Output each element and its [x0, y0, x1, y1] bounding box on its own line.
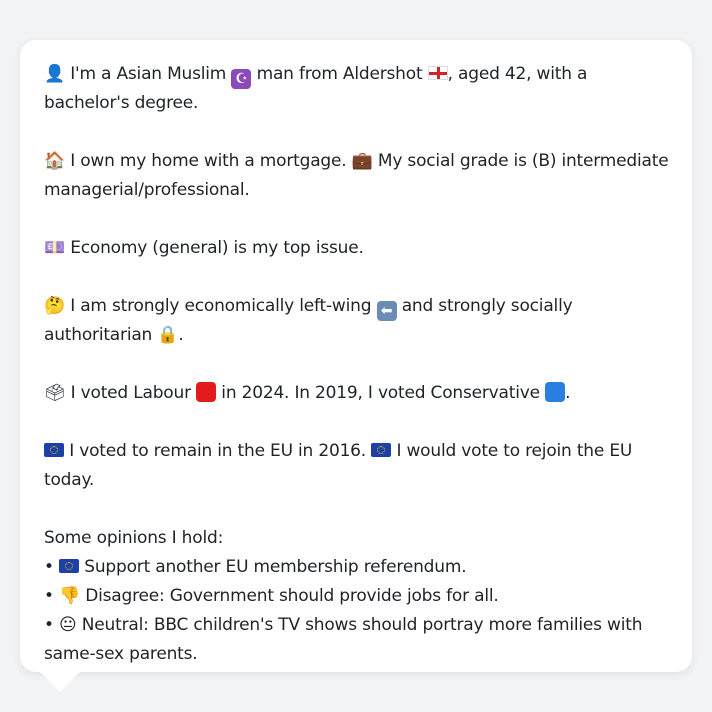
list-item: • 👎 Disagree: Government should provide … [44, 586, 499, 606]
briefcase-icon: 💼 [351, 151, 373, 171]
ideology-line: 🤔 I am strongly economically left-wing ⬅… [44, 292, 670, 350]
top-issue-line: 💷 Economy (general) is my top issue. [44, 234, 670, 263]
left-arrow-icon: ⬅ [376, 301, 397, 321]
vote-2024-text: I voted Labour [70, 383, 191, 403]
red-square-icon [196, 382, 217, 402]
economic-text: I am strongly economically left-wing [70, 296, 372, 316]
bust-in-silhouette-icon: 👤 [44, 64, 65, 84]
vote-2019-text: in 2024. In 2019, I voted Conservative [221, 383, 540, 403]
period-text: . [178, 325, 184, 345]
vote-line: 🗳 I voted Labour in 2024. In 2019, I vot… [44, 379, 670, 408]
blue-square-icon [545, 382, 566, 402]
demographics-line: 👤 I'm a Asian Muslim ☪ man from Aldersho… [44, 60, 670, 118]
neutral-face-icon: 😐 [59, 615, 77, 635]
list-item: • 😐 Neutral: BBC children's TV shows sho… [44, 615, 643, 664]
eu-line: I voted to remain in the EU in 2016. I w… [44, 437, 670, 495]
thumbs-down-icon: 👎 [59, 586, 80, 606]
england-flag-icon [427, 66, 448, 80]
referendum-text: I voted to remain in the EU in 2016. [69, 441, 367, 461]
house-icon: 🏠 [44, 151, 65, 171]
opinion-text: Disagree: Government should provide jobs… [85, 586, 499, 606]
top-issue-text: Economy (general) is my top issue. [70, 238, 364, 258]
bubble-tail [40, 672, 80, 692]
opinion-text: Neutral: BBC children's TV shows should … [44, 615, 643, 664]
money-icon: 💷 [44, 238, 65, 258]
identity-text: I'm a Asian Muslim [70, 64, 227, 84]
eu-flag-icon [44, 443, 64, 457]
ballot-box-icon: 🗳 [44, 383, 66, 403]
message-bubble: 👤 I'm a Asian Muslim ☪ man from Aldersho… [20, 40, 692, 672]
housing-line: 🏠 I own my home with a mortgage. 💼 My so… [44, 147, 670, 205]
lock-icon: 🔒 [157, 325, 179, 345]
list-item: • Support another EU membership referend… [44, 557, 467, 577]
location-text: man from Aldershot [256, 64, 423, 84]
opinions-heading: Some opinions I hold: [44, 528, 224, 548]
opinion-text: Support another EU membership referendum… [84, 557, 467, 577]
thinking-face-icon: 🤔 [44, 296, 65, 316]
eu-flag-icon [59, 559, 80, 573]
star-and-crescent-icon: ☪ [231, 69, 252, 89]
eu-flag-icon [371, 443, 392, 457]
housing-text: I own my home with a mortgage. [70, 151, 347, 171]
period-text: . [565, 383, 571, 403]
